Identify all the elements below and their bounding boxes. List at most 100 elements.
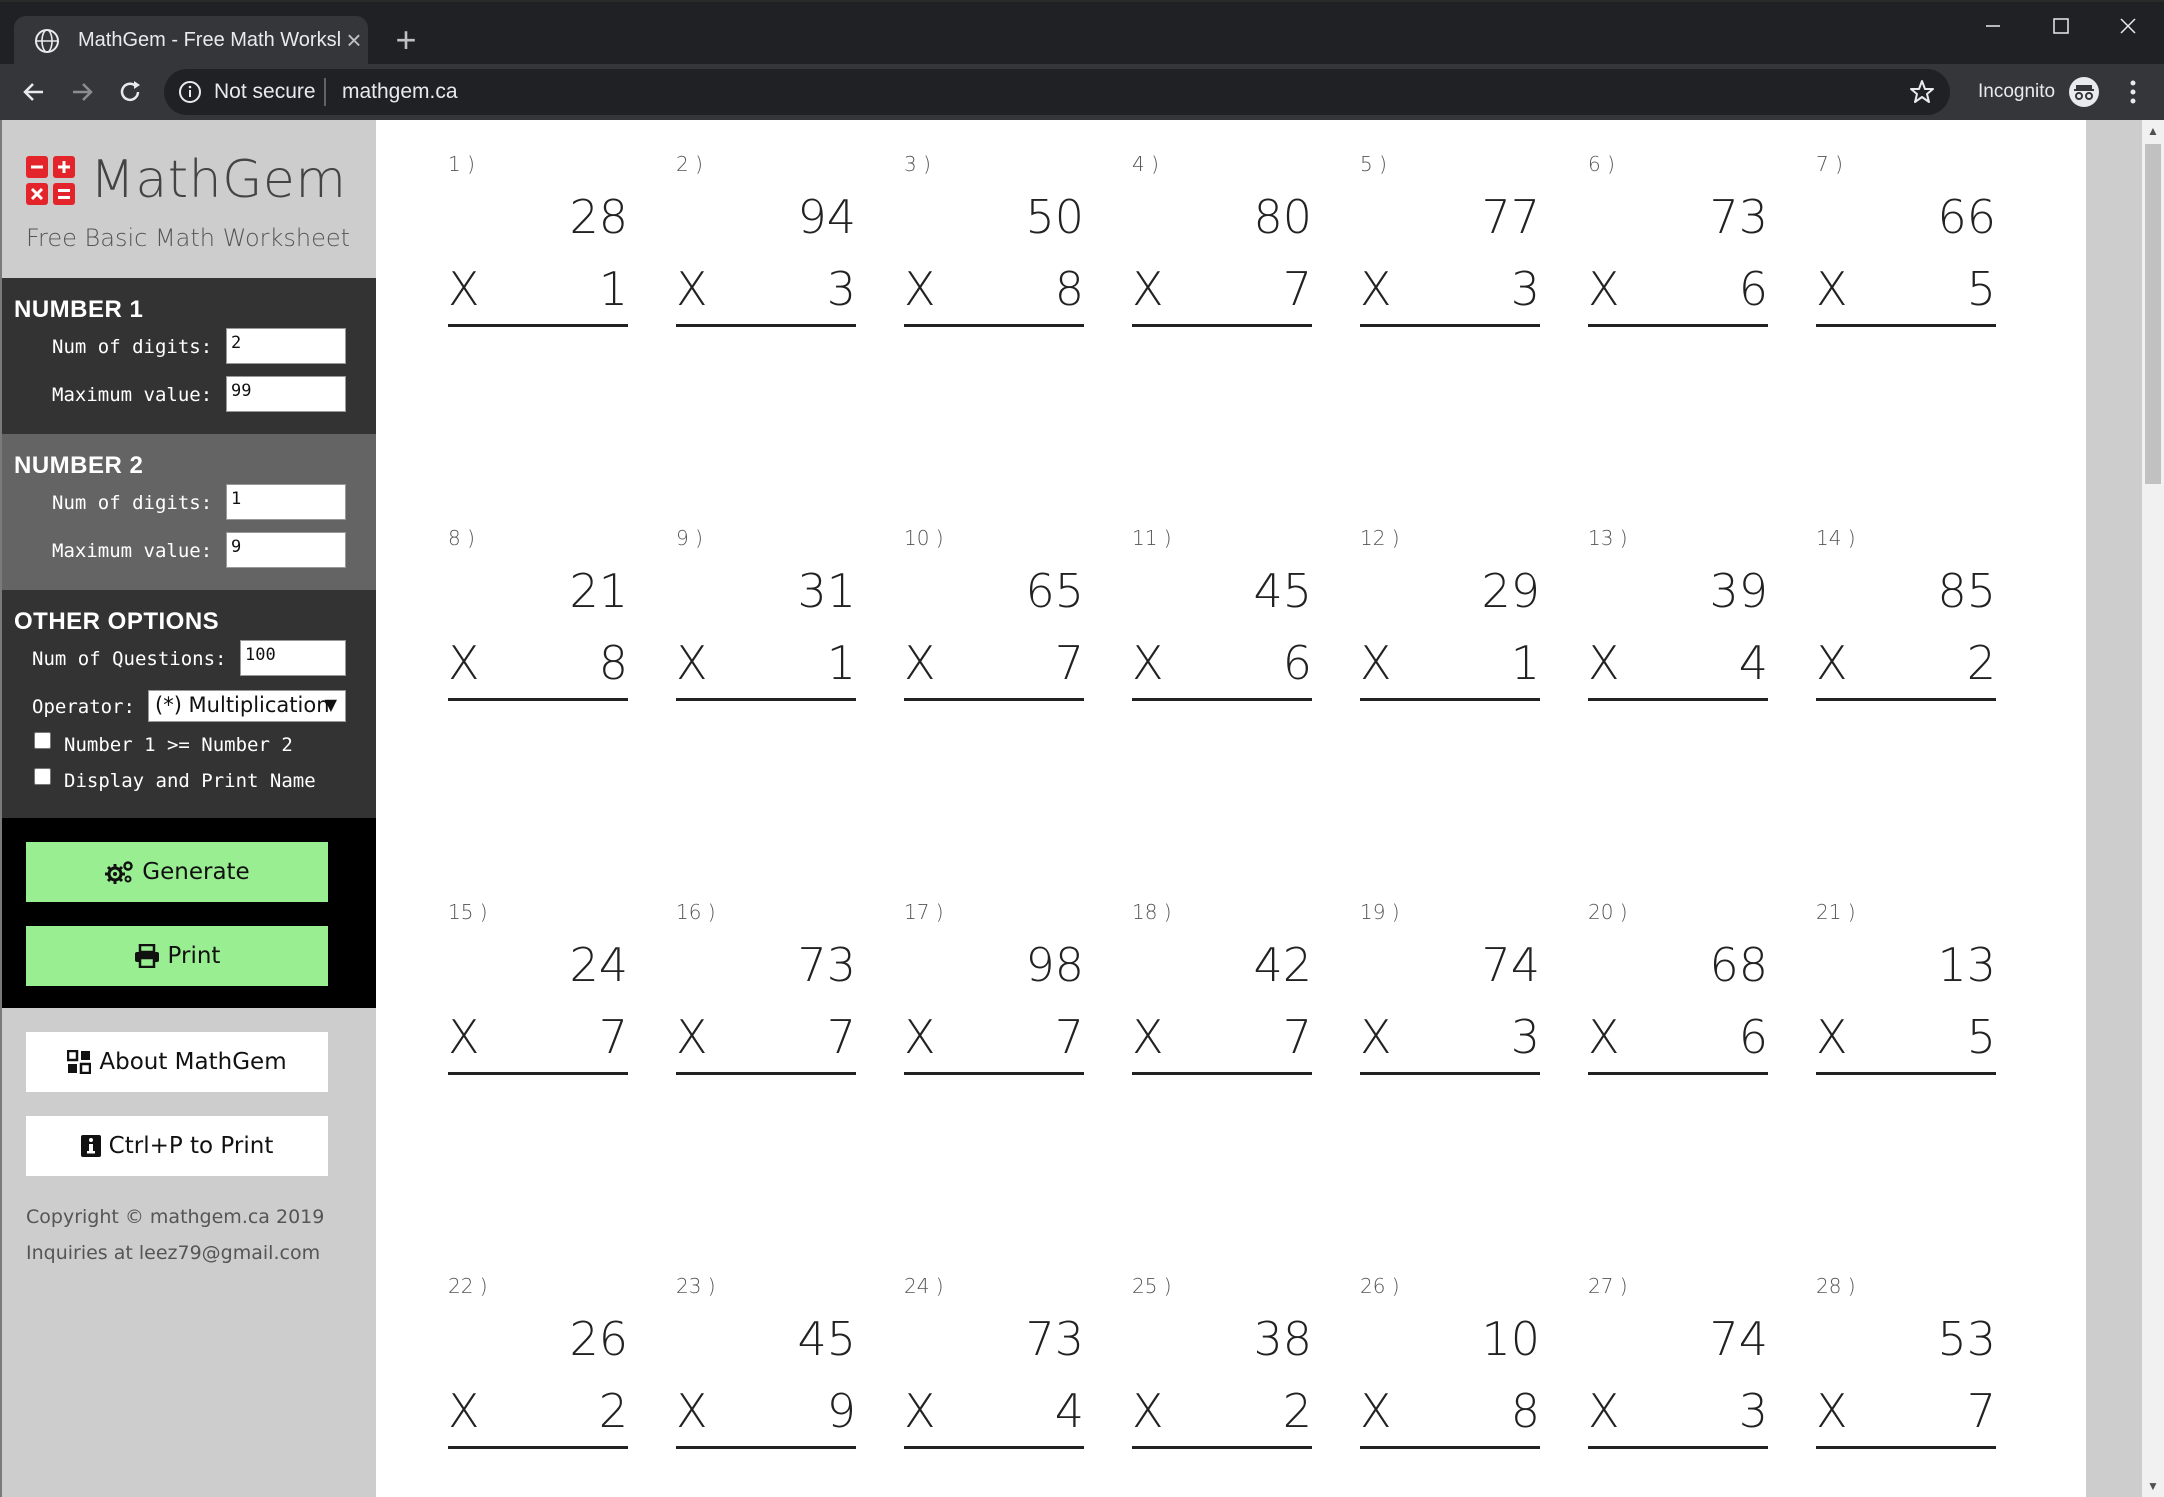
- globe-icon: [35, 29, 59, 53]
- questions-label: Num of Questions:: [32, 648, 227, 670]
- ctrlp-print-button[interactable]: Ctrl+P to Print: [26, 1116, 328, 1176]
- answer-line: [1132, 698, 1312, 701]
- math-problem: 7 ) 66 X 5: [1816, 120, 1996, 327]
- operator-selected-value: (*) Multiplication: [155, 693, 330, 717]
- operator-select[interactable]: (*) Multiplication ▼: [148, 690, 346, 722]
- scroll-down-arrow-icon[interactable]: ▼: [2142, 1475, 2164, 1497]
- answer-line: [676, 324, 856, 327]
- second-operand: 7: [1054, 1010, 1084, 1064]
- math-problem: 24 ) 73 X 4: [904, 1242, 1084, 1449]
- answer-line: [1816, 1446, 1996, 1449]
- address-bar[interactable]: Not secure mathgem.ca: [164, 69, 1950, 115]
- answer-line: [448, 324, 628, 327]
- first-operand: 21: [569, 564, 628, 618]
- forward-arrow-icon[interactable]: [62, 72, 102, 112]
- math-problem: 20 ) 68 X 6: [1588, 868, 1768, 1075]
- math-problem: 11 ) 45 X 6: [1132, 494, 1312, 701]
- answer-line: [1360, 1446, 1540, 1449]
- answer-line: [904, 698, 1084, 701]
- math-problem: 18 ) 42 X 7: [1132, 868, 1312, 1075]
- number1-gte-checkbox[interactable]: [34, 732, 51, 749]
- incognito-icon[interactable]: [2068, 76, 2100, 108]
- first-operand: 45: [797, 1312, 856, 1366]
- scroll-up-arrow-icon[interactable]: ▲: [2142, 120, 2164, 142]
- generate-button[interactable]: Generate: [26, 842, 328, 902]
- second-operand: 5: [1966, 1010, 1996, 1064]
- number1-heading: NUMBER 1: [14, 296, 144, 323]
- operator-symbol: X: [904, 1384, 936, 1438]
- operator-symbol: X: [1816, 1010, 1848, 1064]
- problem-number: 28 ): [1816, 1274, 1856, 1298]
- math-problem: 8 ) 21 X 8: [448, 494, 628, 701]
- second-operand: 8: [1510, 1384, 1540, 1438]
- url-text[interactable]: mathgem.ca: [342, 80, 458, 104]
- address-separator: [324, 78, 326, 106]
- first-operand: 45: [1253, 564, 1312, 618]
- operator-symbol: X: [1588, 1384, 1620, 1438]
- grid-icon: [67, 1050, 92, 1074]
- new-tab-button[interactable]: +: [388, 20, 424, 60]
- tab-title: MathGem - Free Math Worksheet: [78, 29, 340, 51]
- math-problem: 14 ) 85 X 2: [1816, 494, 1996, 701]
- back-arrow-icon[interactable]: [14, 72, 54, 112]
- math-problem: 3 ) 50 X 8: [904, 120, 1084, 327]
- operator-symbol: X: [1816, 1384, 1848, 1438]
- scroll-thumb[interactable]: [2145, 144, 2161, 484]
- print-name-checkbox[interactable]: [34, 768, 51, 785]
- browser-tab[interactable]: MathGem - Free Math Worksheet ×: [14, 16, 368, 66]
- second-operand: 6: [1738, 262, 1768, 316]
- number2-panel: NUMBER 2 Num of digits: 1 Maximum value:…: [2, 434, 376, 590]
- reload-icon[interactable]: [110, 72, 150, 112]
- number2-max-input[interactable]: 9: [226, 532, 346, 568]
- menu-dots-icon[interactable]: [2118, 74, 2148, 110]
- incognito-label: Incognito: [1978, 81, 2056, 102]
- window-close-icon[interactable]: [2098, 6, 2158, 46]
- problem-number: 23 ): [676, 1274, 716, 1298]
- second-operand: 7: [598, 1010, 628, 1064]
- problem-number: 6 ): [1588, 152, 1615, 176]
- number1-max-label: Maximum value:: [52, 384, 213, 406]
- problem-number: 25 ): [1132, 1274, 1172, 1298]
- page-scrollbar[interactable]: ▲ ▼: [2086, 120, 2164, 1497]
- problem-number: 10 ): [904, 526, 944, 550]
- math-problem: 25 ) 38 X 2: [1132, 1242, 1312, 1449]
- first-operand: 53: [1937, 1312, 1996, 1366]
- operator-symbol: X: [448, 1384, 480, 1438]
- security-label[interactable]: Not secure: [214, 80, 316, 104]
- options-panel: OTHER OPTIONS Num of Questions: 100 Oper…: [2, 590, 376, 818]
- first-operand: 85: [1937, 564, 1996, 618]
- math-problem: 21 ) 13 X 5: [1816, 868, 1996, 1075]
- first-operand: 28: [569, 190, 628, 244]
- operator-label: Operator:: [32, 696, 135, 718]
- second-operand: 7: [1054, 636, 1084, 690]
- answer-line: [1360, 698, 1540, 701]
- tab-close-icon[interactable]: ×: [340, 24, 368, 56]
- second-operand: 7: [1282, 262, 1312, 316]
- window-maximize-icon[interactable]: [2030, 6, 2090, 46]
- number1-max-input[interactable]: 99: [226, 376, 346, 412]
- printer-icon: [134, 944, 159, 968]
- print-button[interactable]: Print: [26, 926, 328, 986]
- answer-line: [1816, 324, 1996, 327]
- problem-number: 17 ): [904, 900, 944, 924]
- operator-symbol: X: [676, 1010, 708, 1064]
- problem-number: 5 ): [1360, 152, 1387, 176]
- questions-input[interactable]: 100: [240, 640, 346, 676]
- window-minimize-icon[interactable]: [1962, 6, 2022, 46]
- number1-digits-input[interactable]: 2: [226, 328, 346, 364]
- about-label: About MathGem: [99, 1049, 287, 1075]
- operator-symbol: X: [448, 636, 480, 690]
- first-operand: 73: [1025, 1312, 1084, 1366]
- math-problem: 15 ) 24 X 7: [448, 868, 628, 1075]
- operator-symbol: X: [1132, 636, 1164, 690]
- gears-icon: [105, 861, 134, 884]
- bookmark-star-icon[interactable]: [1909, 79, 1935, 105]
- about-button[interactable]: About MathGem: [26, 1032, 328, 1092]
- number2-digits-input[interactable]: 1: [226, 484, 346, 520]
- info-icon[interactable]: [178, 80, 202, 104]
- problem-number: 9 ): [676, 526, 703, 550]
- browser-titlebar: MathGem - Free Math Worksheet × +: [0, 0, 2164, 66]
- number1-panel: NUMBER 1 Num of digits: 2 Maximum value:…: [2, 278, 376, 434]
- math-problem: 17 ) 98 X 7: [904, 868, 1084, 1075]
- answer-line: [1588, 698, 1768, 701]
